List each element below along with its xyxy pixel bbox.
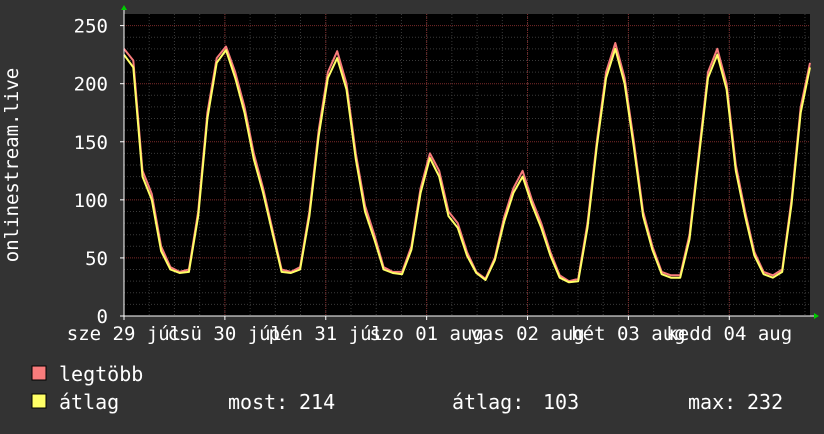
x-tick-label: vas 02 aug [470,323,584,345]
y-tick-label: 50 [85,248,108,270]
legend: legtöbb átlag [31,362,143,414]
legend-label-legtobb: legtöbb [59,362,143,386]
x-tick-label: kedd 04 aug [666,323,792,345]
x-tick-label: csü 30 júl [168,323,282,345]
legend-swatch-legtobb [31,365,47,381]
stat-atlag-value: 103 [543,390,579,414]
legend-swatch-atlag [31,393,47,409]
stat-most-label: most: [228,390,288,414]
chart-svg: 050100150200250sze 29 júlcsü 30 júlpén 3… [1,5,819,414]
stat-atlag-label: átlag: [452,390,524,414]
stat-most-value: 214 [299,390,335,414]
chart-root: 0 50 100 150 200 250 sze 29 júl csü 30 júl pén 3… [0,0,824,430]
stat-max-label: max: [688,390,736,414]
y-tick-label: 100 [74,190,108,212]
x-axis-arrow-icon [814,313,819,319]
legend-label-atlag: átlag [59,390,119,414]
stat-max-value: 232 [747,390,783,414]
y-tick-label: 250 [74,16,108,38]
x-tick-label: szo 01 aug [369,323,483,345]
stats: most: 214 átlag: 103 max: 232 [228,390,783,414]
x-tick-label: pén 31 júl [269,323,383,345]
x-tick-label: sze 29 júl [67,323,181,345]
y-axis-arrow-icon [121,5,127,10]
y-tick-label: 150 [74,132,108,154]
y-axis-label: onlinestream.live [1,68,23,262]
y-tick-label: 200 [74,74,108,96]
